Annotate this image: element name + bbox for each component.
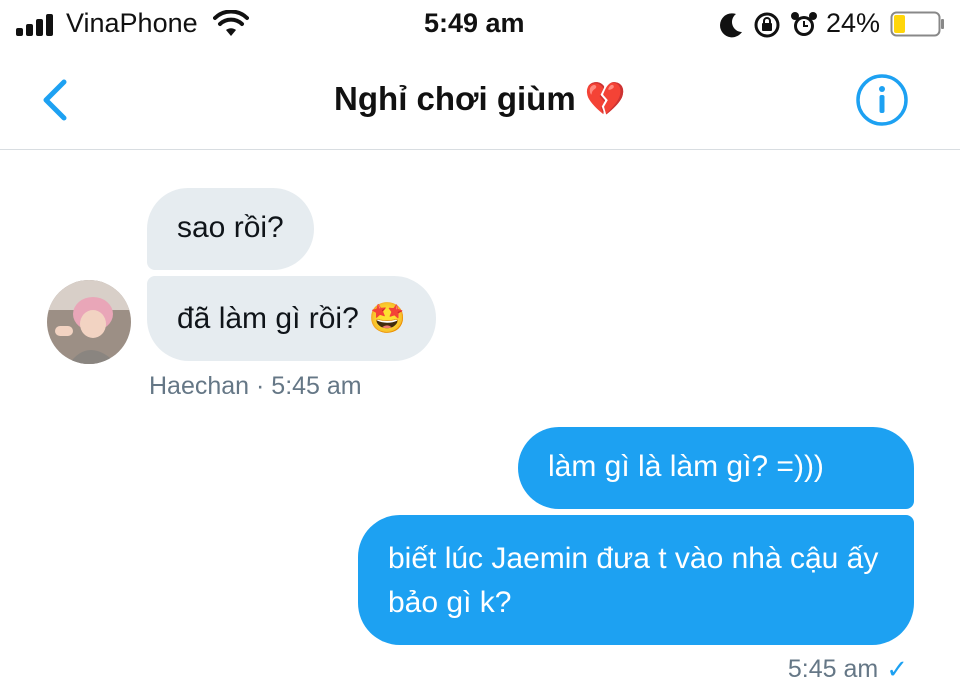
message-bubble-incoming[interactable]: sao rồi? [147,188,314,270]
conversation-title: Nghỉ chơi giùm 💔 [334,80,626,117]
message-bubble-incoming[interactable]: đã làm gì rồi? 🤩 [147,276,437,361]
status-bar: VinaPhone 5:49 am 24% [0,0,960,50]
message-meta-outgoing: 5:45 am ✓ [788,654,908,685]
orientation-lock-icon [754,12,780,38]
message-time: 5:45 am [787,655,879,683]
message-meta-incoming: Haechan · 5:45 am [149,372,362,400]
message-bubble-outgoing[interactable]: biết lúc Jaemin đưa t vào nhà cậu ấy bảo… [358,515,914,645]
wifi-icon [213,10,249,36]
moon-icon [720,13,742,38]
avatar[interactable] [47,280,131,364]
battery-icon [890,11,944,37]
carrier-name: VinaPhone [66,8,198,38]
alarm-icon [791,12,817,36]
conversation-header: Nghỉ chơi giùm 💔 [0,50,960,150]
message-text: sao rồi? [177,211,284,244]
message-bubble-outgoing[interactable]: làm gì là làm gì? =))) [518,427,914,509]
message-text: làm gì là làm gì? =))) [548,450,824,483]
signal-icon [16,14,60,36]
checkmark-icon: ✓ [886,654,908,684]
status-time: 5:49 am [424,8,525,38]
info-icon[interactable] [855,73,909,127]
star-struck-emoji: 🤩 [368,301,407,335]
battery-percent: 24% [826,8,881,38]
message-text: biết lúc Jaemin đưa t vào nhà cậu ấy bảo… [388,542,879,619]
message-text: đã làm gì rồi? [177,301,359,335]
